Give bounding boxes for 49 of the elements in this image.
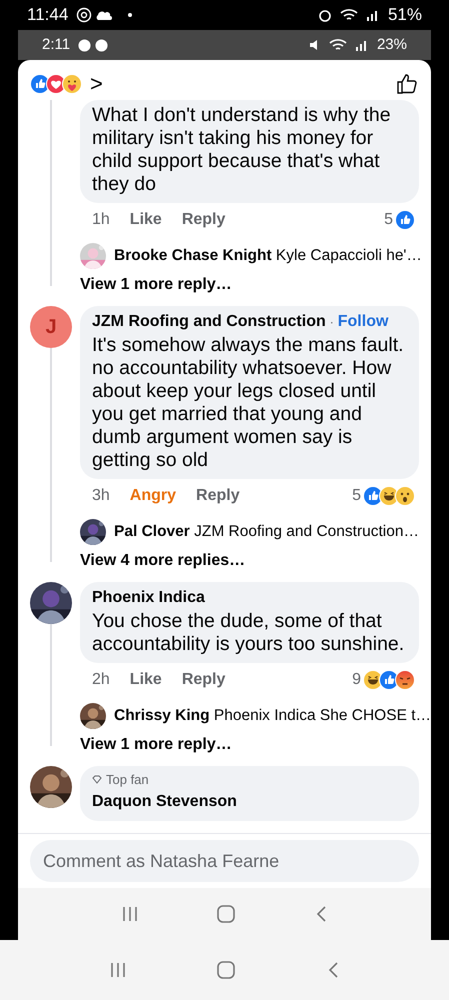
comment-text: What I don't understand is why the military isn't taking his money for child support because that's what they do [92, 104, 392, 196]
reply-link[interactable]: Reply [196, 484, 240, 508]
diamond-icon [92, 775, 102, 784]
surprised-reaction-icon [395, 486, 415, 506]
reply-link[interactable]: Reply [182, 208, 226, 232]
signal-icon [354, 39, 369, 51]
author-name[interactable]: Daquon Stevenson [92, 790, 237, 814]
thumbs-up-icon[interactable] [395, 72, 419, 96]
author-name[interactable]: JZM Roofing and Construction [92, 310, 326, 334]
comment-time: 3h [92, 486, 110, 506]
view-more-replies-link[interactable]: View 4 more replies… [80, 552, 246, 569]
hug-reaction-icon [62, 74, 82, 94]
badge-label: Top fan [106, 771, 149, 789]
reply-preview[interactable]: Brooke Chase Knight Kyle Capaccioli he'… [114, 244, 422, 268]
separator-dot: · [330, 314, 334, 331]
comment-text: You chose the dude, some of that accountability is yours too sunshine. [92, 610, 406, 656]
home-icon[interactable] [216, 960, 236, 980]
home-icon[interactable] [216, 904, 236, 924]
view-more-replies-link[interactable]: View 1 more reply… [80, 276, 232, 293]
view-more-replies-link[interactable]: View 1 more reply… [80, 736, 232, 753]
signal-icon [366, 9, 380, 21]
battery-percent: 51% [388, 4, 422, 26]
reaction-link[interactable]: Like [130, 668, 162, 692]
like-reaction-icon [395, 210, 415, 230]
follow-link[interactable]: Follow [338, 310, 388, 334]
back-icon[interactable] [326, 961, 340, 979]
reaction-count: 5 [384, 210, 393, 230]
comment-time: 2h [92, 670, 110, 690]
comment-input[interactable]: Comment as Natasha Fearne [30, 840, 419, 882]
cloud-icon [96, 10, 112, 20]
battery-percent: 23% [376, 34, 407, 55]
comment-text: It's somehow always the mans fault. no accountability whatsoever. How about keep your legs closed until you get married that young and dumb argument women say is getting so old [92, 334, 405, 472]
reaction-link[interactable]: Like [130, 208, 162, 232]
recent-apps-icon[interactable] [120, 905, 139, 923]
angry-reaction-icon [395, 670, 415, 690]
author-name[interactable]: Phoenix Indica [92, 586, 205, 610]
reply-preview[interactable]: Pal Clover JZM Roofing and Construction… [114, 520, 419, 544]
back-icon[interactable] [314, 905, 328, 923]
status-time: 2:11 [42, 34, 70, 55]
comment-time: 1h [92, 210, 110, 230]
chevron-icon[interactable]: > [90, 73, 103, 95]
reply-preview[interactable]: Chrissy King Phoenix Indica She CHOSE t… [114, 704, 431, 728]
wifi-icon [340, 8, 358, 22]
status-time: 11:44 [27, 4, 68, 26]
wifi-icon [328, 38, 347, 52]
reaction-count: 5 [352, 486, 361, 506]
reply-link[interactable]: Reply [182, 668, 226, 692]
reaction-count: 9 [352, 670, 361, 690]
recent-apps-icon[interactable] [108, 961, 127, 979]
